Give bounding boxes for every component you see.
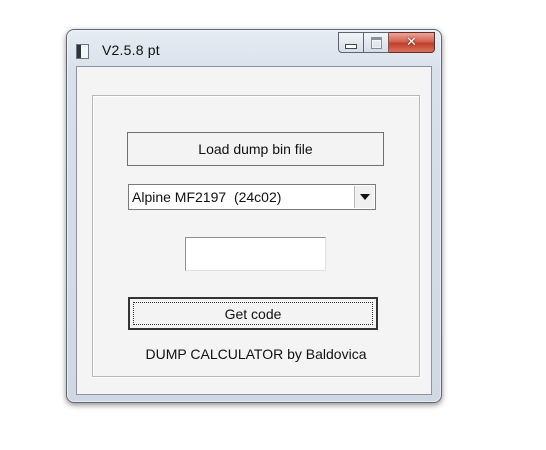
caption-buttons: ✕ [338, 32, 435, 54]
chevron-down-icon [359, 194, 370, 200]
group-box: Load dump bin file Alpine MF2197 (24c02)… [92, 95, 420, 377]
app-window: V2.5.8 pt ✕ Load dump bin file Alpine MF… [66, 29, 442, 403]
model-select[interactable]: Alpine MF2197 (24c02) [128, 184, 376, 210]
minimize-icon [345, 44, 357, 49]
model-select-value: Alpine MF2197 (24c02) [132, 189, 282, 205]
window-title: V2.5.8 pt [102, 42, 160, 58]
code-output-field[interactable] [185, 237, 326, 271]
minimize-button[interactable] [338, 32, 364, 53]
dropdown-arrow-button[interactable] [354, 186, 374, 208]
maximize-button[interactable] [364, 32, 389, 53]
get-code-button[interactable]: Get code [128, 297, 378, 330]
close-icon: ✕ [406, 35, 417, 50]
focus-rectangle [133, 302, 373, 325]
maximize-icon [370, 36, 382, 49]
app-icon [76, 44, 89, 59]
close-button[interactable]: ✕ [389, 32, 435, 53]
title-bar[interactable]: V2.5.8 pt ✕ [67, 30, 441, 66]
credits-label: DUMP CALCULATOR by Baldovica [145, 346, 367, 362]
screenshot-page: V2.5.8 pt ✕ Load dump bin file Alpine MF… [0, 0, 546, 450]
client-area: Load dump bin file Alpine MF2197 (24c02)… [76, 66, 432, 395]
load-dump-button[interactable]: Load dump bin file [127, 132, 384, 166]
